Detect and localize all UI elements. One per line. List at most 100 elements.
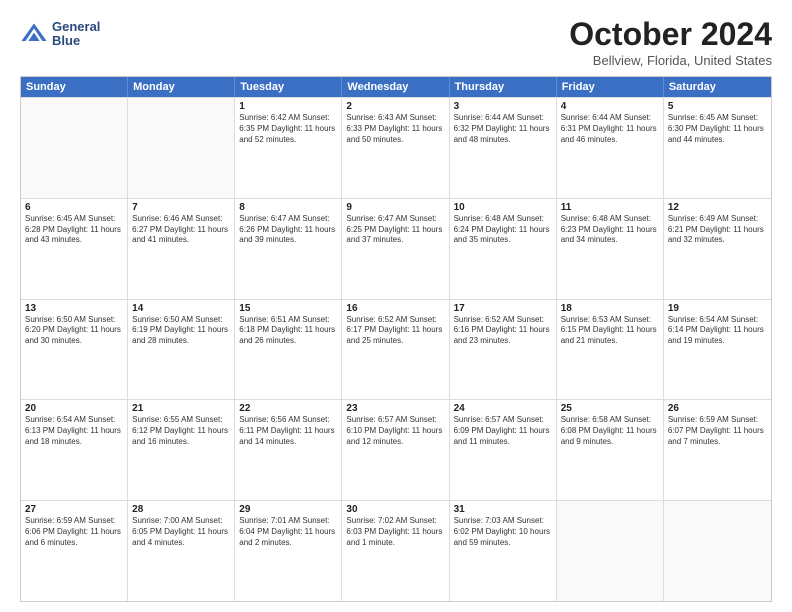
cell-info: Sunrise: 6:54 AM Sunset: 6:14 PM Dayligh… xyxy=(668,315,767,347)
calendar-cell: 12Sunrise: 6:49 AM Sunset: 6:21 PM Dayli… xyxy=(664,199,771,299)
calendar-row-4: 27Sunrise: 6:59 AM Sunset: 6:06 PM Dayli… xyxy=(21,500,771,601)
title-block: October 2024 Bellview, Florida, United S… xyxy=(569,16,772,68)
header-day-monday: Monday xyxy=(128,77,235,97)
cell-info: Sunrise: 6:59 AM Sunset: 6:06 PM Dayligh… xyxy=(25,516,123,548)
calendar-body: 1Sunrise: 6:42 AM Sunset: 6:35 PM Daylig… xyxy=(21,97,771,601)
header-day-friday: Friday xyxy=(557,77,664,97)
cell-info: Sunrise: 7:01 AM Sunset: 6:04 PM Dayligh… xyxy=(239,516,337,548)
cell-info: Sunrise: 6:48 AM Sunset: 6:24 PM Dayligh… xyxy=(454,214,552,246)
logo-text: General Blue xyxy=(52,20,100,49)
day-number: 14 xyxy=(132,303,230,314)
cell-info: Sunrise: 6:44 AM Sunset: 6:32 PM Dayligh… xyxy=(454,113,552,145)
main-title: October 2024 xyxy=(569,16,772,53)
cell-info: Sunrise: 6:53 AM Sunset: 6:15 PM Dayligh… xyxy=(561,315,659,347)
calendar-cell xyxy=(128,98,235,198)
calendar-cell: 22Sunrise: 6:56 AM Sunset: 6:11 PM Dayli… xyxy=(235,400,342,500)
day-number: 4 xyxy=(561,101,659,112)
calendar-cell: 27Sunrise: 6:59 AM Sunset: 6:06 PM Dayli… xyxy=(21,501,128,601)
calendar-cell: 16Sunrise: 6:52 AM Sunset: 6:17 PM Dayli… xyxy=(342,300,449,400)
calendar-cell: 11Sunrise: 6:48 AM Sunset: 6:23 PM Dayli… xyxy=(557,199,664,299)
cell-info: Sunrise: 6:52 AM Sunset: 6:16 PM Dayligh… xyxy=(454,315,552,347)
calendar-cell: 15Sunrise: 6:51 AM Sunset: 6:18 PM Dayli… xyxy=(235,300,342,400)
logo-icon xyxy=(20,20,48,48)
cell-info: Sunrise: 6:48 AM Sunset: 6:23 PM Dayligh… xyxy=(561,214,659,246)
logo-line1: General xyxy=(52,20,100,34)
cell-info: Sunrise: 6:45 AM Sunset: 6:30 PM Dayligh… xyxy=(668,113,767,145)
header: General Blue October 2024 Bellview, Flor… xyxy=(20,16,772,68)
calendar-cell: 4Sunrise: 6:44 AM Sunset: 6:31 PM Daylig… xyxy=(557,98,664,198)
cell-info: Sunrise: 7:03 AM Sunset: 6:02 PM Dayligh… xyxy=(454,516,552,548)
cell-info: Sunrise: 6:57 AM Sunset: 6:10 PM Dayligh… xyxy=(346,415,444,447)
day-number: 25 xyxy=(561,403,659,414)
cell-info: Sunrise: 6:51 AM Sunset: 6:18 PM Dayligh… xyxy=(239,315,337,347)
calendar-cell: 10Sunrise: 6:48 AM Sunset: 6:24 PM Dayli… xyxy=(450,199,557,299)
cell-info: Sunrise: 6:42 AM Sunset: 6:35 PM Dayligh… xyxy=(239,113,337,145)
calendar-cell: 5Sunrise: 6:45 AM Sunset: 6:30 PM Daylig… xyxy=(664,98,771,198)
cell-info: Sunrise: 6:57 AM Sunset: 6:09 PM Dayligh… xyxy=(454,415,552,447)
calendar-row-1: 6Sunrise: 6:45 AM Sunset: 6:28 PM Daylig… xyxy=(21,198,771,299)
calendar-cell: 9Sunrise: 6:47 AM Sunset: 6:25 PM Daylig… xyxy=(342,199,449,299)
day-number: 18 xyxy=(561,303,659,314)
header-day-saturday: Saturday xyxy=(664,77,771,97)
cell-info: Sunrise: 6:54 AM Sunset: 6:13 PM Dayligh… xyxy=(25,415,123,447)
cell-info: Sunrise: 7:02 AM Sunset: 6:03 PM Dayligh… xyxy=(346,516,444,548)
logo: General Blue xyxy=(20,20,100,49)
day-number: 11 xyxy=(561,202,659,213)
calendar-cell: 19Sunrise: 6:54 AM Sunset: 6:14 PM Dayli… xyxy=(664,300,771,400)
cell-info: Sunrise: 7:00 AM Sunset: 6:05 PM Dayligh… xyxy=(132,516,230,548)
cell-info: Sunrise: 6:46 AM Sunset: 6:27 PM Dayligh… xyxy=(132,214,230,246)
day-number: 27 xyxy=(25,504,123,515)
calendar-row-2: 13Sunrise: 6:50 AM Sunset: 6:20 PM Dayli… xyxy=(21,299,771,400)
day-number: 12 xyxy=(668,202,767,213)
day-number: 2 xyxy=(346,101,444,112)
calendar-cell: 28Sunrise: 7:00 AM Sunset: 6:05 PM Dayli… xyxy=(128,501,235,601)
calendar-row-0: 1Sunrise: 6:42 AM Sunset: 6:35 PM Daylig… xyxy=(21,97,771,198)
day-number: 29 xyxy=(239,504,337,515)
header-day-sunday: Sunday xyxy=(21,77,128,97)
calendar-cell: 3Sunrise: 6:44 AM Sunset: 6:32 PM Daylig… xyxy=(450,98,557,198)
day-number: 3 xyxy=(454,101,552,112)
cell-info: Sunrise: 6:55 AM Sunset: 6:12 PM Dayligh… xyxy=(132,415,230,447)
calendar-cell: 26Sunrise: 6:59 AM Sunset: 6:07 PM Dayli… xyxy=(664,400,771,500)
calendar-cell: 6Sunrise: 6:45 AM Sunset: 6:28 PM Daylig… xyxy=(21,199,128,299)
header-day-tuesday: Tuesday xyxy=(235,77,342,97)
day-number: 15 xyxy=(239,303,337,314)
cell-info: Sunrise: 6:45 AM Sunset: 6:28 PM Dayligh… xyxy=(25,214,123,246)
day-number: 23 xyxy=(346,403,444,414)
day-number: 24 xyxy=(454,403,552,414)
day-number: 16 xyxy=(346,303,444,314)
day-number: 9 xyxy=(346,202,444,213)
calendar-cell: 14Sunrise: 6:50 AM Sunset: 6:19 PM Dayli… xyxy=(128,300,235,400)
calendar-cell: 2Sunrise: 6:43 AM Sunset: 6:33 PM Daylig… xyxy=(342,98,449,198)
cell-info: Sunrise: 6:47 AM Sunset: 6:26 PM Dayligh… xyxy=(239,214,337,246)
cell-info: Sunrise: 6:43 AM Sunset: 6:33 PM Dayligh… xyxy=(346,113,444,145)
day-number: 19 xyxy=(668,303,767,314)
calendar-cell: 8Sunrise: 6:47 AM Sunset: 6:26 PM Daylig… xyxy=(235,199,342,299)
day-number: 10 xyxy=(454,202,552,213)
header-day-thursday: Thursday xyxy=(450,77,557,97)
cell-info: Sunrise: 6:50 AM Sunset: 6:20 PM Dayligh… xyxy=(25,315,123,347)
cell-info: Sunrise: 6:50 AM Sunset: 6:19 PM Dayligh… xyxy=(132,315,230,347)
day-number: 6 xyxy=(25,202,123,213)
day-number: 1 xyxy=(239,101,337,112)
day-number: 30 xyxy=(346,504,444,515)
calendar-cell xyxy=(664,501,771,601)
day-number: 5 xyxy=(668,101,767,112)
calendar-cell xyxy=(21,98,128,198)
day-number: 13 xyxy=(25,303,123,314)
calendar-cell: 18Sunrise: 6:53 AM Sunset: 6:15 PM Dayli… xyxy=(557,300,664,400)
calendar-cell: 17Sunrise: 6:52 AM Sunset: 6:16 PM Dayli… xyxy=(450,300,557,400)
calendar-row-3: 20Sunrise: 6:54 AM Sunset: 6:13 PM Dayli… xyxy=(21,399,771,500)
calendar-cell: 30Sunrise: 7:02 AM Sunset: 6:03 PM Dayli… xyxy=(342,501,449,601)
day-number: 17 xyxy=(454,303,552,314)
calendar-cell: 24Sunrise: 6:57 AM Sunset: 6:09 PM Dayli… xyxy=(450,400,557,500)
calendar-cell xyxy=(557,501,664,601)
calendar-cell: 25Sunrise: 6:58 AM Sunset: 6:08 PM Dayli… xyxy=(557,400,664,500)
cell-info: Sunrise: 6:58 AM Sunset: 6:08 PM Dayligh… xyxy=(561,415,659,447)
calendar-cell: 1Sunrise: 6:42 AM Sunset: 6:35 PM Daylig… xyxy=(235,98,342,198)
cell-info: Sunrise: 6:47 AM Sunset: 6:25 PM Dayligh… xyxy=(346,214,444,246)
cell-info: Sunrise: 6:56 AM Sunset: 6:11 PM Dayligh… xyxy=(239,415,337,447)
cell-info: Sunrise: 6:49 AM Sunset: 6:21 PM Dayligh… xyxy=(668,214,767,246)
calendar-cell: 23Sunrise: 6:57 AM Sunset: 6:10 PM Dayli… xyxy=(342,400,449,500)
logo-line2: Blue xyxy=(52,34,100,48)
